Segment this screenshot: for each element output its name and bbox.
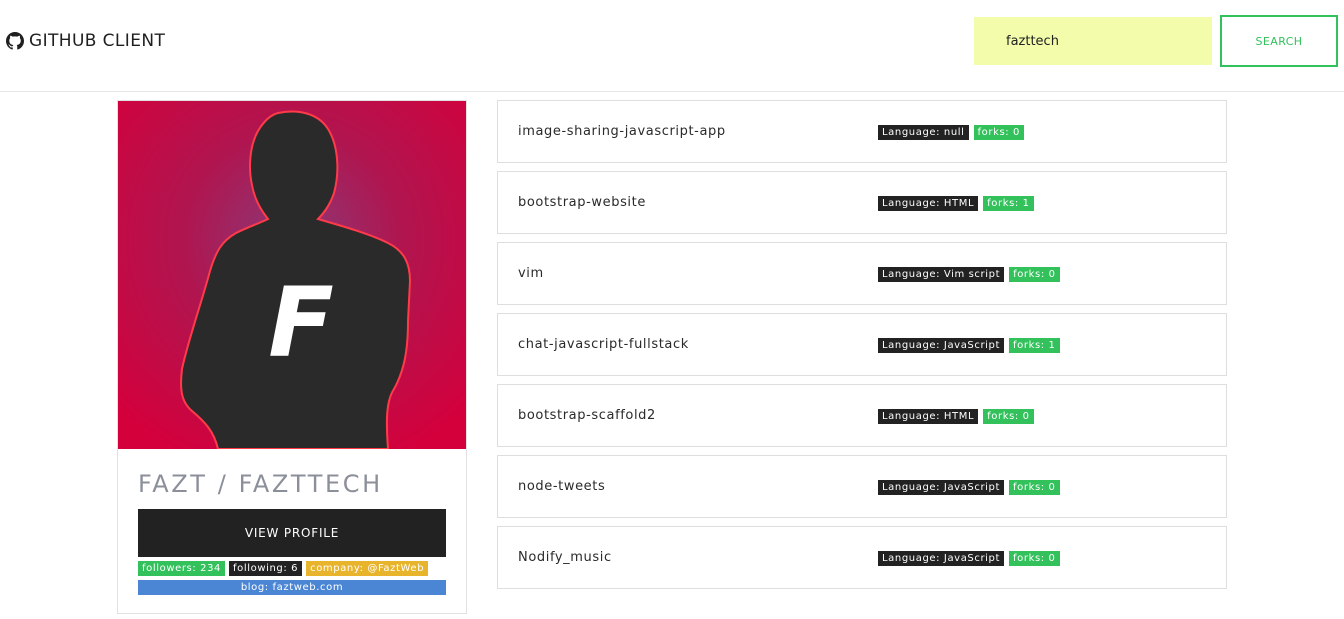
search-input[interactable] xyxy=(974,17,1212,65)
avatar-letter: F xyxy=(268,267,334,379)
repo-card[interactable]: image-sharing-javascript-app Language: n… xyxy=(497,100,1227,163)
repo-card[interactable]: bootstrap-website Language: HTML forks: … xyxy=(497,171,1227,234)
company-badge: company: @FaztWeb xyxy=(306,561,429,576)
repo-meta: Language: JavaScript forks: 1 xyxy=(878,338,1060,353)
language-badge: Language: JavaScript xyxy=(878,551,1005,566)
repo-list: image-sharing-javascript-app Language: n… xyxy=(497,100,1227,597)
repo-card[interactable]: Nodify_music Language: JavaScript forks:… xyxy=(497,526,1227,589)
repo-meta: Language: HTML forks: 1 xyxy=(878,196,1034,211)
repo-name[interactable]: chat-javascript-fullstack xyxy=(518,337,689,352)
profile-name: FAZT / FAZTTECH xyxy=(138,470,383,498)
brand-title: GITHUB CLIENT xyxy=(29,31,166,51)
language-badge: Language: Vim script xyxy=(878,267,1005,282)
language-badge: Language: JavaScript xyxy=(878,338,1005,353)
repo-card[interactable]: vim Language: Vim script forks: 0 xyxy=(497,242,1227,305)
forks-badge: forks: 1 xyxy=(1009,338,1060,353)
repo-name[interactable]: bootstrap-scaffold2 xyxy=(518,408,656,423)
github-icon xyxy=(6,32,24,50)
repo-name[interactable]: image-sharing-javascript-app xyxy=(518,124,726,139)
forks-badge: forks: 0 xyxy=(983,409,1034,424)
language-badge: Language: JavaScript xyxy=(878,480,1005,495)
repo-meta: Language: JavaScript forks: 0 xyxy=(878,551,1060,566)
repo-card[interactable]: node-tweets Language: JavaScript forks: … xyxy=(497,455,1227,518)
repo-name[interactable]: vim xyxy=(518,266,544,281)
repo-name[interactable]: bootstrap-website xyxy=(518,195,646,210)
forks-badge: forks: 0 xyxy=(973,125,1024,140)
language-badge: Language: null xyxy=(878,125,969,140)
repo-name[interactable]: node-tweets xyxy=(518,479,605,494)
view-profile-button[interactable]: VIEW PROFILE xyxy=(138,509,446,557)
repo-name[interactable]: Nodify_music xyxy=(518,550,612,565)
blog-badge: blog: faztweb.com xyxy=(138,580,446,595)
language-badge: Language: HTML xyxy=(878,196,979,211)
forks-badge: forks: 1 xyxy=(983,196,1034,211)
repo-meta: Language: HTML forks: 0 xyxy=(878,409,1034,424)
repo-meta: Language: null forks: 0 xyxy=(878,125,1024,140)
repo-card[interactable]: chat-javascript-fullstack Language: Java… xyxy=(497,313,1227,376)
following-badge: following: 6 xyxy=(229,561,303,576)
navbar: GITHUB CLIENT SEARCH xyxy=(0,0,1344,92)
repo-meta: Language: JavaScript forks: 0 xyxy=(878,480,1060,495)
forks-badge: forks: 0 xyxy=(1009,551,1060,566)
repo-meta: Language: Vim script forks: 0 xyxy=(878,267,1060,282)
profile-card: F FAZT / FAZTTECH VIEW PROFILE followers… xyxy=(117,100,467,614)
language-badge: Language: HTML xyxy=(878,409,979,424)
brand[interactable]: GITHUB CLIENT xyxy=(6,31,165,51)
repo-card[interactable]: bootstrap-scaffold2 Language: HTML forks… xyxy=(497,384,1227,447)
forks-badge: forks: 0 xyxy=(1009,480,1060,495)
forks-badge: forks: 0 xyxy=(1009,267,1060,282)
profile-badges: followers: 234 following: 6 company: @Fa… xyxy=(138,561,446,595)
avatar: F xyxy=(118,101,466,449)
search-button[interactable]: SEARCH xyxy=(1220,15,1338,67)
followers-badge: followers: 234 xyxy=(138,561,226,576)
